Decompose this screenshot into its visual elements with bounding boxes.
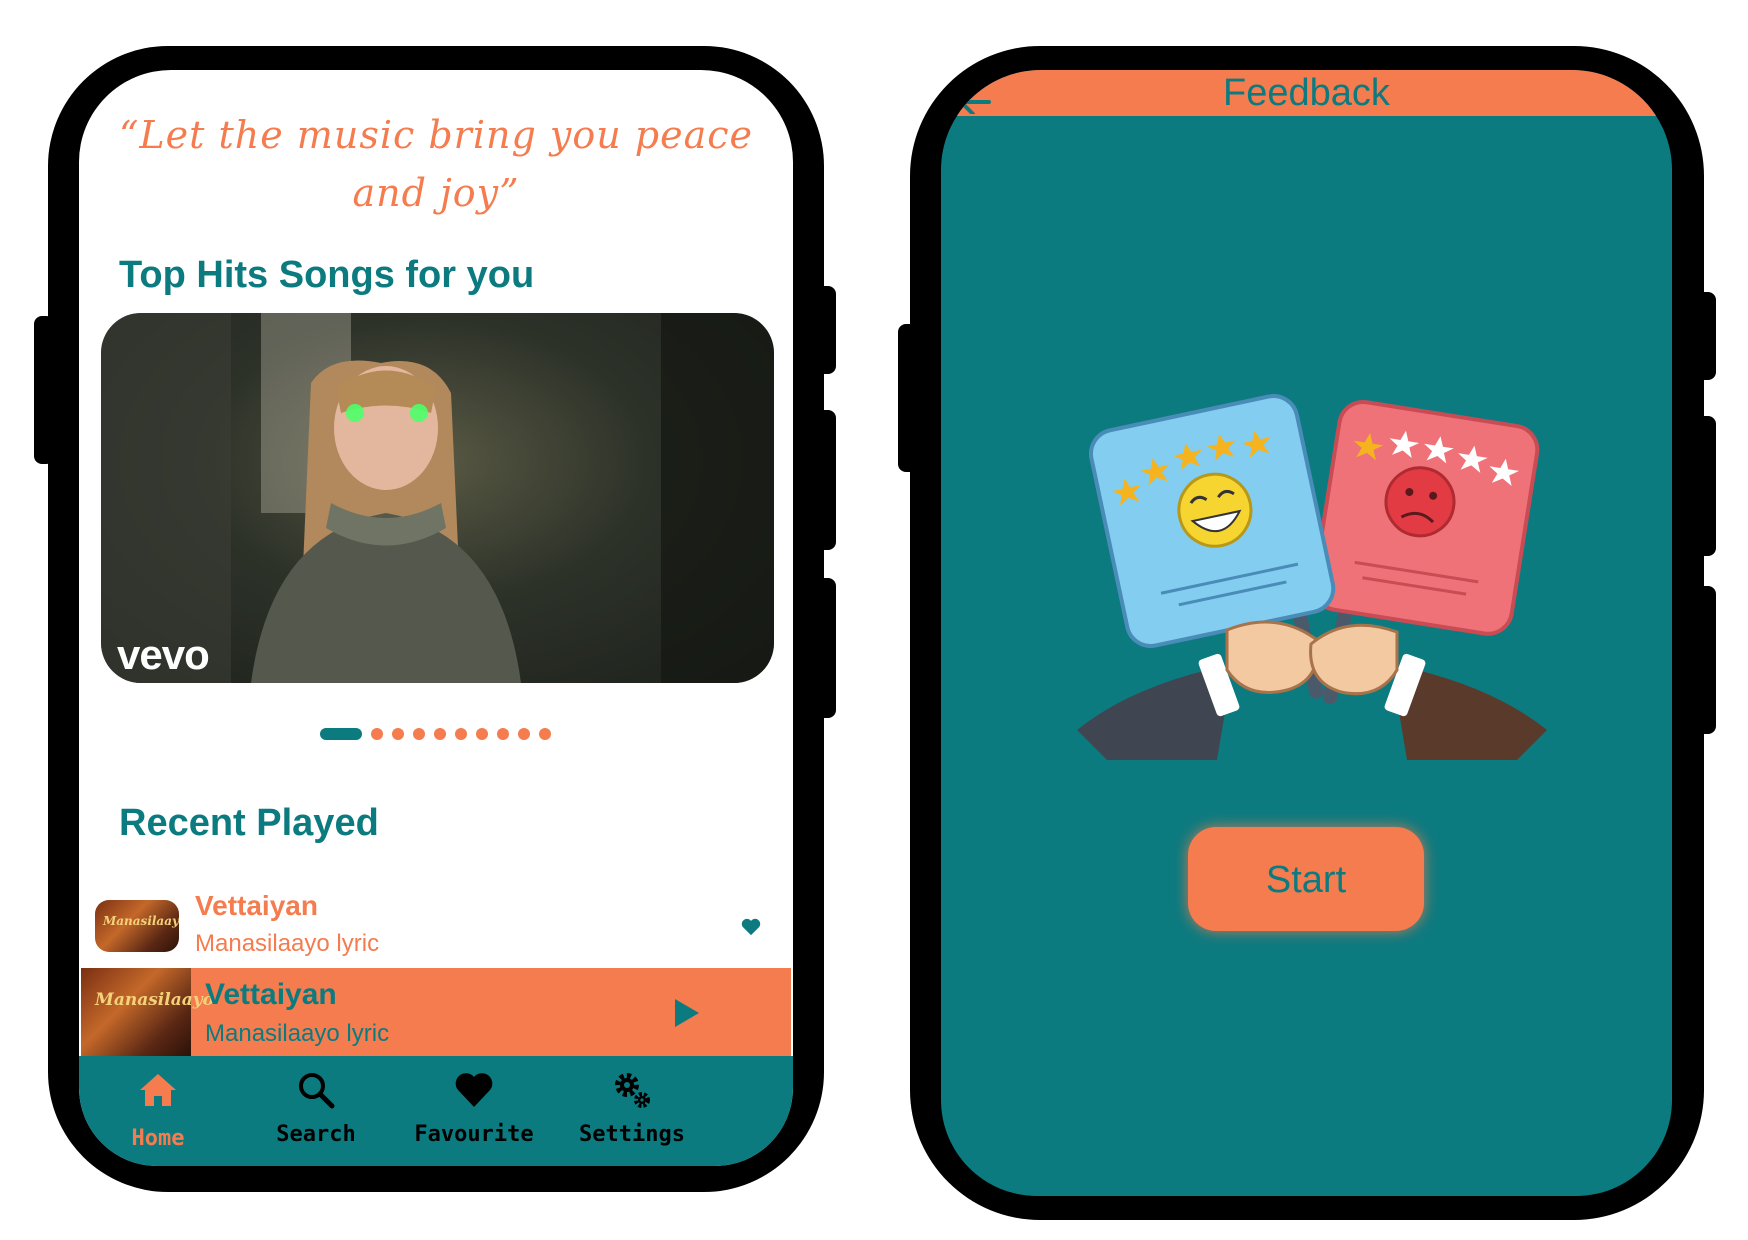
bottom-navigation: Home Search Favourite Settings bbox=[79, 1056, 793, 1166]
now-playing-title: Vettaiyan bbox=[205, 978, 337, 1011]
thumbnail-text: Manasilaayo bbox=[95, 990, 214, 1010]
carousel-dot-active[interactable] bbox=[320, 728, 362, 740]
quote-text: “Let the music bring you peace and joy” bbox=[119, 113, 753, 215]
top-hits-heading: Top Hits Songs for you bbox=[119, 254, 535, 296]
vevo-watermark: vevo bbox=[117, 631, 210, 678]
carousel-dot[interactable] bbox=[539, 728, 551, 740]
phone-side-button bbox=[898, 324, 918, 472]
nav-settings[interactable]: Settings bbox=[557, 1056, 707, 1166]
page-title: Feedback bbox=[1223, 72, 1390, 114]
nav-label: Search bbox=[276, 1122, 356, 1147]
phone-side-button bbox=[816, 286, 836, 374]
search-icon bbox=[299, 1073, 335, 1109]
gear-icon bbox=[615, 1073, 650, 1108]
nav-label: Settings bbox=[579, 1122, 685, 1147]
recent-played-heading: Recent Played bbox=[119, 802, 379, 844]
nav-favourite[interactable]: Favourite bbox=[399, 1056, 549, 1166]
video-thumbnail-image bbox=[101, 313, 774, 683]
carousel-dot[interactable] bbox=[392, 728, 404, 740]
phone-side-button bbox=[1696, 292, 1716, 380]
phone-side-button bbox=[816, 578, 836, 718]
carousel-dot[interactable] bbox=[455, 728, 467, 740]
nav-label: Home bbox=[131, 1126, 185, 1151]
carousel-dot[interactable] bbox=[518, 728, 530, 740]
list-item[interactable]: Manasilaayo Vettaiyan Manasilaayo lyric bbox=[79, 890, 793, 968]
phone-side-button bbox=[1696, 586, 1716, 734]
back-arrow-icon[interactable] bbox=[955, 78, 995, 114]
carousel-dot[interactable] bbox=[497, 728, 509, 740]
phone-side-button bbox=[1696, 416, 1716, 556]
phone-side-button bbox=[816, 410, 836, 550]
song-thumbnail: Manasilaayo bbox=[95, 900, 179, 952]
nav-search[interactable]: Search bbox=[241, 1056, 391, 1166]
nav-home[interactable]: Home bbox=[83, 1056, 233, 1166]
song-title: Vettaiyan bbox=[195, 890, 318, 921]
carousel-dot[interactable] bbox=[413, 728, 425, 740]
heart-icon[interactable] bbox=[741, 918, 761, 936]
thumbnail-text: Manasilaayo bbox=[103, 914, 179, 928]
carousel-dot[interactable] bbox=[476, 728, 488, 740]
now-playing-thumbnail: Manasilaayo bbox=[81, 968, 214, 1056]
carousel-dot[interactable] bbox=[434, 728, 446, 740]
nav-label: Favourite bbox=[414, 1122, 534, 1147]
now-playing-subtitle: Manasilaayo lyric bbox=[205, 1020, 390, 1047]
carousel-dot[interactable] bbox=[371, 728, 383, 740]
top-hits-carousel-video[interactable]: vevo bbox=[101, 313, 774, 683]
home-icon bbox=[140, 1074, 176, 1106]
start-button[interactable]: Start bbox=[1188, 827, 1424, 931]
phone-side-button bbox=[34, 316, 54, 464]
play-icon[interactable] bbox=[673, 997, 701, 1029]
song-subtitle: Manasilaayo lyric bbox=[195, 930, 380, 957]
feedback-screen: Feedback Start bbox=[941, 70, 1672, 1196]
feedback-header: Feedback bbox=[941, 70, 1672, 116]
feedback-rating-illustration bbox=[1077, 394, 1547, 760]
now-playing-bar[interactable]: Manasilaayo Vettaiyan Manasilaayo lyric bbox=[81, 968, 791, 1056]
carousel-indicator[interactable] bbox=[320, 728, 551, 740]
home-screen: “Let the music bring you peace and joy” … bbox=[79, 70, 793, 1166]
heart-icon bbox=[455, 1073, 493, 1107]
